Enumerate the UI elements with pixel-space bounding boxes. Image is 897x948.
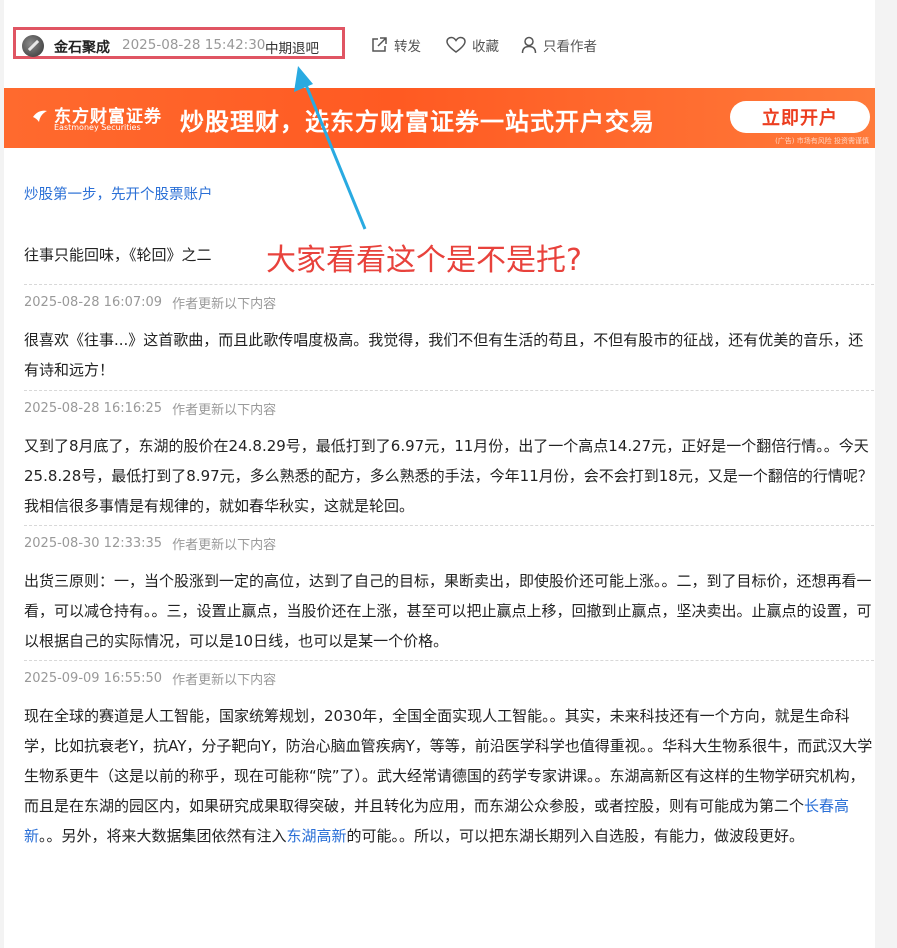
annotation-text: 大家看看这个是不是托? [266, 243, 582, 278]
user-icon [521, 36, 537, 54]
update-label: 作者更新以下内容 [172, 672, 277, 688]
promo-link[interactable]: 炒股第一步，先开个股票账户 [24, 183, 213, 204]
update-time: 2025-08-28 16:16:25 [24, 400, 163, 416]
update-label: 作者更新以下内容 [172, 402, 277, 418]
update-block: 2025-08-30 12:33:35 作者更新以下内容 出货三原则：一，当个股… [24, 525, 874, 656]
post-source[interactable]: 中期退吧 [265, 37, 319, 57]
favorite-button[interactable]: 收藏 [446, 35, 499, 55]
post-time: 2025-08-28 15:42:30 [122, 37, 266, 53]
update-header: 2025-08-28 16:16:25 作者更新以下内容 [24, 390, 874, 425]
favorite-label: 收藏 [472, 39, 499, 55]
update-header: 2025-08-28 16:07:09 作者更新以下内容 [24, 284, 874, 319]
open-account-button[interactable]: 立即开户 [730, 101, 870, 133]
share-label: 转发 [394, 39, 421, 55]
text-segment: 。。另外，将来大数据集团依然有注入 [39, 827, 287, 845]
article-title: 往事只能回味，《轮回》之二 [24, 246, 212, 264]
page: 金石聚成 2025-08-28 15:42:30 中期退吧 转发 收藏 只看作者 [4, 0, 875, 948]
ad-banner[interactable]: 东方财富证券 Eastmoney Securities 炒股理财，选东方财富证券… [4, 88, 875, 148]
update-label: 作者更新以下内容 [172, 296, 277, 312]
update-text: 又到了8月底了，东湖的股价在24.8.29号，最低打到了6.97元，11月份，出… [24, 437, 873, 515]
logo-text-en: Eastmoney Securities [54, 123, 141, 132]
avatar[interactable] [22, 35, 44, 57]
update-time: 2025-08-28 16:07:09 [24, 294, 163, 310]
banner-slogan: 炒股理财，选东方财富证券一站式开户交易 [180, 108, 655, 136]
update-block: 2025-08-28 16:07:09 作者更新以下内容 很喜欢《往事...》这… [24, 284, 874, 385]
stock-link-donghu[interactable]: 东湖高新 [287, 827, 347, 845]
author-only-button[interactable]: 只看作者 [521, 35, 597, 55]
update-time: 2025-08-30 12:33:35 [24, 535, 163, 551]
heart-icon [446, 36, 466, 53]
update-block: 2025-09-09 16:55:50 作者更新以下内容 现在全球的赛道是人工智… [24, 660, 874, 851]
share-icon [372, 37, 387, 52]
share-button[interactable]: 转发 [370, 35, 421, 55]
update-block: 2025-08-28 16:16:25 作者更新以下内容 又到了8月底了，东湖的… [24, 390, 874, 521]
ad-disclaimer: (广告) 市场有风险 投资需谨慎 [775, 137, 869, 145]
update-time: 2025-09-09 16:55:50 [24, 670, 163, 686]
update-label: 作者更新以下内容 [172, 537, 277, 553]
text-segment: 的可能。。所以，可以把东湖长期列入自选股，有能力，做波段更好。 [346, 827, 805, 845]
update-header: 2025-09-09 16:55:50 作者更新以下内容 [24, 660, 874, 695]
author-bar: 金石聚成 2025-08-28 15:42:30 中期退吧 转发 收藏 只看作者 [4, 16, 875, 74]
update-text: 很喜欢《往事...》这首歌曲，而且此歌传唱度极高。我觉得，我们不但有生活的苟且，… [24, 331, 864, 379]
update-text: 出货三原则：一，当个股涨到一定的高位，达到了自己的目标，果断卖出，即使股价还可能… [24, 572, 872, 650]
text-segment: 现在全球的赛道是人工智能，国家统筹规划，2030年，全国全面实现人工智能。。其实… [24, 707, 873, 815]
author-only-label: 只看作者 [543, 39, 597, 55]
brand-logo-icon [33, 110, 47, 122]
author-name[interactable]: 金石聚成 [54, 37, 110, 57]
update-header: 2025-08-30 12:33:35 作者更新以下内容 [24, 525, 874, 560]
update-text: 现在全球的赛道是人工智能，国家统筹规划，2030年，全国全面实现人工智能。。其实… [24, 695, 874, 851]
